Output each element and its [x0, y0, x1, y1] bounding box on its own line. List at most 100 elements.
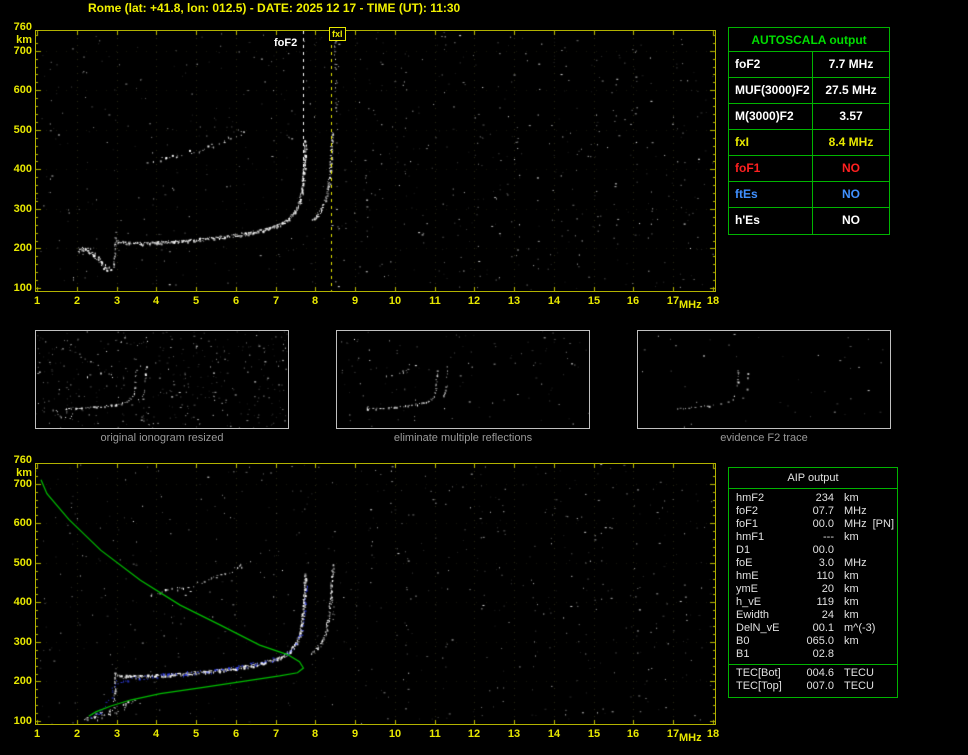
aip-name: TEC[Top] — [736, 680, 782, 692]
aip-name: foF1 — [736, 518, 759, 530]
aip-val: 20 — [821, 583, 834, 595]
aip-name: hmF2 — [736, 492, 765, 504]
aip-name: hmE — [736, 570, 759, 582]
aip-row: hmE 110 km — [729, 570, 897, 583]
x-tick-label: 8 — [311, 295, 319, 307]
thumbnail-f2trace-frame — [637, 330, 891, 429]
aip-row: TEC[Top] 007.0 TECU — [729, 680, 897, 693]
autoscala-table-rows: foF2 7.7 MHz MUF(3000)F2 27.5 MHz M(3000)F2 3… — [729, 52, 889, 234]
autoscala-row-label: MUF(3000)F2 — [729, 78, 813, 103]
y-tick-label: 500 — [13, 557, 32, 569]
autoscala-row-label: foF2 — [729, 52, 813, 77]
x-tick-label: 4 — [152, 728, 160, 740]
x-tick-label: 14 — [547, 728, 561, 740]
y-tick-label: 600 — [13, 84, 32, 96]
aip-unit: MHz — [844, 505, 867, 517]
aip-name: B1 — [736, 648, 750, 660]
aip-extra: [PN] — [872, 518, 895, 530]
y-tick-label: 300 — [13, 636, 32, 648]
aip-unit: TECU — [844, 667, 874, 679]
x-tick-label: 15 — [587, 295, 601, 307]
aip-name: foF2 — [736, 505, 759, 517]
aip-val: 00.0 — [812, 518, 834, 530]
aip-name: hmF1 — [736, 531, 765, 543]
x-tick-label: 6 — [232, 295, 240, 307]
x-tick-label: 3 — [113, 728, 121, 740]
thumbnail-cleaned-image — [337, 331, 589, 428]
x-tick-label: 1 — [33, 728, 41, 740]
aip-row: foE 3.0 MHz — [729, 557, 897, 570]
aip-name: DelN_vE — [736, 622, 780, 634]
x-tick-label: 5 — [192, 728, 200, 740]
aip-name: ymE — [736, 583, 758, 595]
autoscala-row-value: 27.5 MHz — [825, 83, 877, 97]
x-axis-unit: MHz — [679, 299, 702, 311]
aip-unit: km — [844, 531, 859, 543]
autoscala-row-label: h'Es — [729, 208, 813, 234]
aip-unit: km — [844, 570, 859, 582]
aip-val: 3.0 — [818, 557, 834, 569]
thumbnail-f2trace-caption: evidence F2 trace — [720, 432, 808, 444]
x-tick-label: 5 — [192, 295, 200, 307]
aip-val: 110 — [816, 570, 834, 582]
y-tick-label: 200 — [13, 675, 32, 687]
aip-row: TEC[Bot] 004.6 TECU — [729, 667, 897, 680]
x-tick-label: 14 — [547, 295, 561, 307]
aip-unit: m^(-3) — [844, 622, 876, 634]
aip-row: ymE 20 km — [729, 583, 897, 596]
x-axis-unit: MHz — [679, 732, 702, 744]
y-tick-label: 100 — [13, 715, 32, 727]
y-tick-label: 760 — [13, 21, 32, 33]
x-tick-label: 18 — [706, 728, 720, 740]
y-tick-label: 400 — [13, 596, 32, 608]
screen: Rome (lat: +41.8, lon: 012.5) - DATE: 20… — [0, 0, 968, 755]
aip-unit: km — [844, 583, 859, 595]
x-tick-label: 13 — [507, 295, 521, 307]
thumbnail-original-caption: original ionogram resized — [100, 432, 224, 444]
y-tick-label: 500 — [13, 124, 32, 136]
aip-row: B0 065.0 km — [729, 635, 897, 648]
aip-unit: MHz — [844, 557, 867, 569]
aip-val: 00.1 — [812, 622, 834, 634]
x-tick-label: 3 — [113, 295, 121, 307]
autoscala-row-label: foF1 — [729, 156, 813, 181]
autoscala-row-value: NO — [842, 213, 860, 227]
autoscala-row: ftEs NO — [729, 182, 889, 208]
aip-row: h_vE 119 km — [729, 596, 897, 609]
autoscala-row: MUF(3000)F2 27.5 MHz — [729, 78, 889, 104]
aip-row: Ewidth 24 km — [729, 609, 897, 622]
thumbnail-original-frame — [35, 330, 289, 429]
aip-val: 02.8 — [812, 648, 834, 660]
x-tick-label: 4 — [152, 295, 160, 307]
x-tick-label: 11 — [429, 295, 441, 307]
aip-name: foE — [736, 557, 753, 569]
autoscala-row-value: 7.7 MHz — [828, 57, 874, 71]
aip-val: 007.0 — [806, 680, 834, 692]
y-tick-label: 600 — [13, 517, 32, 529]
x-tick-label: 12 — [467, 295, 481, 307]
x-tick-label: 10 — [388, 295, 402, 307]
fxi-marker-label: fxI — [329, 27, 346, 41]
aip-val: --- — [823, 531, 834, 543]
aip-name: h_vE — [736, 596, 762, 608]
aip-row: B1 02.8 — [729, 648, 897, 661]
aip-unit: TECU — [844, 680, 874, 692]
x-tick-label: 10 — [388, 728, 402, 740]
autoscala-row: h'Es NO — [729, 208, 889, 234]
x-tick-label: 2 — [73, 728, 81, 740]
x-tick-label: 12 — [467, 728, 481, 740]
top-ionogram-frame — [35, 30, 716, 292]
autoscala-row-label: M(3000)F2 — [729, 104, 813, 129]
aip-tec-rows: TEC[Bot] 004.6 TECU TEC[Top] 007.0 TECU — [729, 664, 897, 693]
autoscala-output-table: AUTOSCALA output foF2 7.7 MHz MUF(3000)F2 2… — [728, 27, 890, 235]
x-tick-label: 9 — [351, 728, 359, 740]
x-tick-label: 16 — [626, 295, 640, 307]
aip-name: B0 — [736, 635, 750, 647]
x-tick-label: 16 — [626, 728, 640, 740]
aip-table-title: AIP output — [729, 468, 897, 489]
y-tick-label: 400 — [13, 163, 32, 175]
thumbnail-f2trace-image — [638, 331, 890, 428]
aip-unit: km — [844, 492, 859, 504]
x-tick-label: 9 — [351, 295, 359, 307]
thumbnail-cleaned-frame — [336, 330, 590, 429]
